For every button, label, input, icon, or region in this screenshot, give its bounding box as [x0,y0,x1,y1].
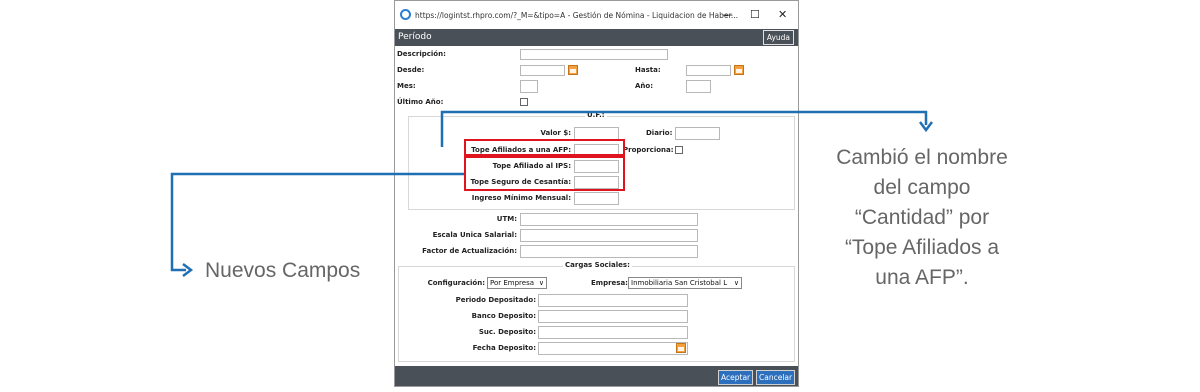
rename-annotation: Cambió el nombre del campo “Cantidad” po… [812,143,1032,293]
rename-connector-line [440,110,928,147]
rename-annotation-line: del campo [873,176,971,199]
rename-annotation-line: Cambió el nombre [836,146,1008,169]
rename-annotation-line: una AFP”. [875,266,969,289]
rename-annotation-line: “Tope Afiliados a [844,236,1000,259]
new-fields-annotation: Nuevos Campos [205,259,361,282]
rename-annotation-line: “Cantidad” por [854,206,990,229]
